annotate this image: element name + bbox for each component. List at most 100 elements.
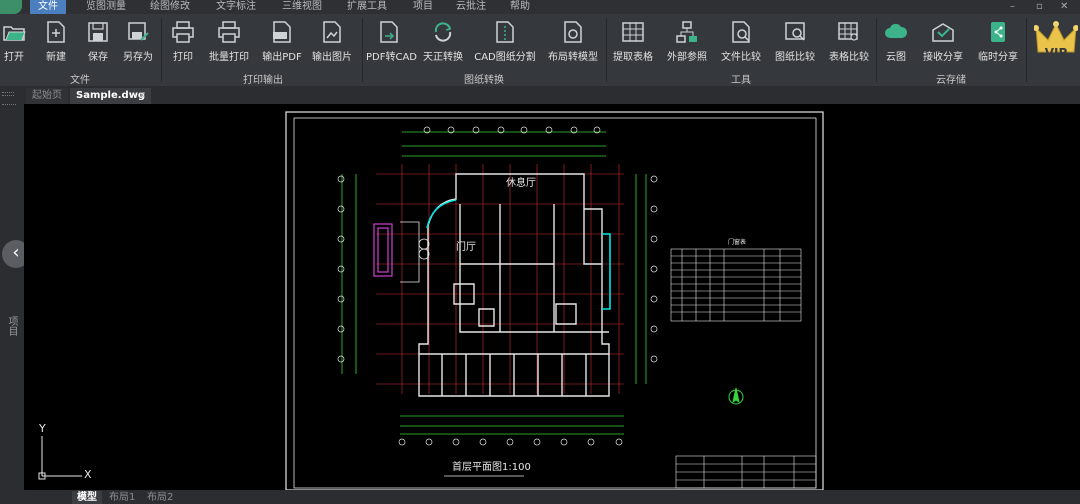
ribbon-separator <box>876 18 877 82</box>
bottom-dimensions <box>400 415 624 435</box>
table-compare-button[interactable]: 表格比较 <box>826 18 872 70</box>
restore-icon[interactable]: ▫ <box>1036 1 1043 12</box>
layout-to-model-label: 布局转模型 <box>548 52 598 63</box>
save-label: 保存 <box>88 52 108 63</box>
file-compare-icon <box>729 20 753 44</box>
top-dimensions <box>402 131 606 157</box>
layout-model-icon <box>561 20 585 44</box>
file-compare-button[interactable]: 文件比较 <box>718 18 764 70</box>
print-group-label: 打印输出 <box>243 75 283 86</box>
temp-share-icon <box>986 20 1010 44</box>
document-tab-bar: 起始页 Sample.dwg × <box>0 86 1080 104</box>
tab-model[interactable]: 模型 <box>72 491 102 504</box>
pdf-to-cad-label: PDF转CAD <box>366 52 418 63</box>
pdf-export-icon <box>270 20 294 44</box>
menu-draw-modify[interactable]: 绘图修改 <box>150 0 190 14</box>
vip-badge[interactable]: VIP <box>1033 18 1079 84</box>
drawing-compare-button[interactable]: 图纸比较 <box>772 18 818 70</box>
tab-start-page[interactable]: 起始页 <box>26 88 68 104</box>
close-tab-icon[interactable]: × <box>138 90 146 101</box>
menu-cloud-annotation[interactable]: 云批注 <box>456 0 486 14</box>
cad-split-button[interactable]: CAD图纸分割 <box>474 18 536 70</box>
temp-share-button[interactable]: 临时分享 <box>974 18 1022 70</box>
save-as-icon <box>126 20 150 44</box>
export-image-button[interactable]: 输出图片 <box>310 18 354 70</box>
ribbon-separator <box>1026 18 1027 82</box>
xref-label: 外部参照 <box>667 52 707 63</box>
close-window-icon[interactable]: ✕ <box>1060 1 1068 12</box>
save-as-button[interactable]: 另存为 <box>120 18 156 70</box>
new-label: 新建 <box>46 52 66 63</box>
tangent-convert-button[interactable]: 天正转换 <box>420 18 466 70</box>
image-export-icon <box>320 20 344 44</box>
receive-share-button[interactable]: 接收分享 <box>920 18 966 70</box>
convert-group-label: 图纸转换 <box>464 75 504 86</box>
tab-layout-2[interactable]: 布局2 <box>142 491 178 504</box>
new-button[interactable]: 新建 <box>42 18 70 70</box>
cloud-icon <box>884 20 908 44</box>
drawing-compare-icon <box>783 20 807 44</box>
project-panel-label[interactable]: 项目 <box>4 316 19 336</box>
table-compare-icon <box>837 20 861 44</box>
print-label: 打印 <box>173 52 193 63</box>
receive-share-icon <box>931 20 955 44</box>
room-label-rest-hall: 休息厅 <box>506 176 536 189</box>
menu-text-annotation[interactable]: 文字标注 <box>216 0 256 14</box>
menu-extend-tools[interactable]: 扩展工具 <box>347 0 387 14</box>
open-button[interactable]: 打开 <box>0 18 28 70</box>
batch-print-label: 批量打印 <box>209 52 249 63</box>
folder-open-icon <box>2 20 26 44</box>
cloud-drawing-button[interactable]: 云图 <box>882 18 910 70</box>
tangent-convert-label: 天正转换 <box>423 52 463 63</box>
new-file-icon <box>44 20 68 44</box>
pdf-to-cad-icon <box>377 20 401 44</box>
tab-layout-1[interactable]: 布局1 <box>104 491 140 504</box>
menu-file[interactable]: 文件 <box>30 0 66 14</box>
batch-printer-icon <box>217 20 241 44</box>
menu-3d-view[interactable]: 三维视图 <box>282 0 322 14</box>
xref-button[interactable]: 外部参照 <box>664 18 710 70</box>
file-group-label: 文件 <box>70 75 90 86</box>
minimize-icon[interactable]: – <box>1010 1 1015 12</box>
panel-grip-icon <box>2 104 16 109</box>
menu-help[interactable]: 帮助 <box>510 0 530 14</box>
ribbon-separator <box>161 18 162 82</box>
left-axis-bubbles <box>337 175 345 363</box>
menu-project[interactable]: 项目 <box>413 0 433 14</box>
batch-print-button[interactable]: 批量打印 <box>206 18 252 70</box>
door-window-table-title: 门窗表 <box>728 238 746 246</box>
file-compare-label: 文件比较 <box>721 52 761 63</box>
building-walls <box>418 173 610 397</box>
drawing-compare-label: 图纸比较 <box>775 52 815 63</box>
cloud-group-label: 云存储 <box>936 75 966 86</box>
print-button[interactable]: 打印 <box>170 18 196 70</box>
entrance-doors <box>400 221 430 283</box>
right-dimensions <box>635 174 647 384</box>
ucs-y-label: Y <box>38 422 46 435</box>
export-image-label: 输出图片 <box>312 52 352 63</box>
cloud-drawing-label: 云图 <box>886 52 906 63</box>
save-button[interactable]: 保存 <box>84 18 112 70</box>
pdf-to-cad-button[interactable]: PDF转CAD <box>366 18 418 70</box>
refresh-convert-icon <box>431 20 455 44</box>
table-compare-label: 表格比较 <box>829 52 869 63</box>
drawing-canvas[interactable]: 休息厅 门厅 门窗表 首层平面图1:100 Y X <box>24 104 1080 490</box>
layout-to-model-button[interactable]: 布局转模型 <box>544 18 602 70</box>
external-reference-icon <box>675 20 699 44</box>
ribbon-toolbar: 打开 新建 保存 另存为 文件 打印 批量打印 输出PDF 输出图片 打印输出 … <box>0 14 1080 87</box>
split-icon <box>493 20 517 44</box>
room-label-lobby: 门厅 <box>456 240 476 253</box>
menu-view-measure[interactable]: 览图测量 <box>86 0 126 14</box>
north-arrow-icon <box>728 387 744 405</box>
ucs-x-label: X <box>84 468 92 481</box>
open-label: 打开 <box>4 52 24 63</box>
extract-table-button[interactable]: 提取表格 <box>610 18 656 70</box>
cad-drawing: 休息厅 门厅 门窗表 首层平面图1:100 Y X <box>38 111 824 490</box>
save-as-label: 另存为 <box>123 52 153 63</box>
bottom-axis-bubbles <box>398 438 623 446</box>
ucs-icon <box>38 436 82 480</box>
extract-table-label: 提取表格 <box>613 52 653 63</box>
drawing-title: 首层平面图1:100 <box>452 460 531 473</box>
app-logo[interactable] <box>0 0 22 14</box>
export-pdf-button[interactable]: 输出PDF <box>260 18 304 70</box>
